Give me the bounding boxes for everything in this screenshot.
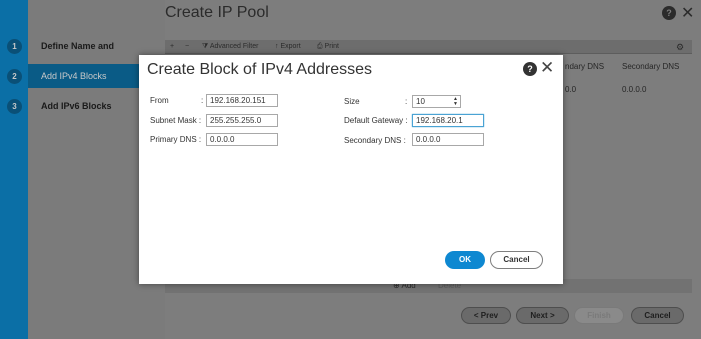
spinner-arrows-icon[interactable]: ▲ ▼ xyxy=(453,97,458,107)
advanced-filter-button[interactable]: ⧩ Advanced Filter xyxy=(202,40,258,54)
ok-button[interactable]: OK xyxy=(445,251,485,269)
close-icon[interactable]: ✕ xyxy=(681,3,694,23)
export-label: Export xyxy=(280,43,301,50)
size-label: Size xyxy=(344,97,360,106)
step-label: Add IPv4 Blocks xyxy=(41,71,107,81)
print-button[interactable]: ⎙ Print xyxy=(317,40,339,54)
close-icon[interactable]: ✕ xyxy=(540,58,554,78)
primary-dns-label: Primary DNS : xyxy=(150,135,202,144)
step-number-1: 1 xyxy=(7,39,22,54)
step-label: Add IPv6 Blocks xyxy=(41,101,112,111)
step-number-2: 2 xyxy=(7,69,22,84)
size-colon: : xyxy=(405,97,408,106)
advanced-filter-label: Advanced Filter xyxy=(209,43,259,50)
finish-button[interactable]: Finish xyxy=(574,307,624,324)
table-cell: 0.0 xyxy=(565,85,577,94)
remove-icon[interactable]: − xyxy=(185,40,189,54)
subnet-mask-input[interactable]: 255.255.255.0 xyxy=(206,114,278,127)
subnet-mask-label: Subnet Mask : xyxy=(150,116,202,125)
table-cell: 0.0.0.0 xyxy=(622,85,647,94)
dialog-title: Create Block of IPv4 Addresses xyxy=(147,61,372,78)
cancel-button[interactable]: Cancel xyxy=(490,251,543,269)
create-ipv4-block-dialog: Create Block of IPv4 Addresses ? ✕ From … xyxy=(139,55,563,284)
from-label: From xyxy=(150,96,169,105)
size-value: 10 xyxy=(416,97,425,106)
table-toolbar: + − ⧩ Advanced Filter ↑ Export ⎙ Print ⚙ xyxy=(165,40,692,54)
default-gateway-input[interactable]: 192.168.20.1 xyxy=(412,114,484,127)
from-colon: : xyxy=(201,96,204,105)
secondary-dns-label: Secondary DNS : xyxy=(344,136,406,145)
step-number-3: 3 xyxy=(7,99,22,114)
wizard-cancel-button[interactable]: Cancel xyxy=(631,307,684,324)
page-title: Create IP Pool xyxy=(165,4,269,21)
primary-dns-input[interactable]: 0.0.0.0 xyxy=(206,133,278,146)
prev-button[interactable]: < Prev xyxy=(461,307,511,324)
column-header-secondary-dns: Secondary DNS xyxy=(622,62,680,71)
export-button[interactable]: ↑ Export xyxy=(275,40,301,54)
gear-icon[interactable]: ⚙ xyxy=(676,40,684,54)
filter-icon: ⧩ xyxy=(202,43,210,50)
help-icon[interactable]: ? xyxy=(662,6,676,20)
add-icon[interactable]: + xyxy=(170,40,174,54)
print-label: Print xyxy=(324,43,339,50)
help-icon[interactable]: ? xyxy=(523,62,537,76)
column-header-secondary-dns-partial: ndary DNS xyxy=(565,62,605,71)
size-stepper[interactable]: 10 ▲ ▼ xyxy=(412,95,461,108)
from-input[interactable]: 192.168.20.151 xyxy=(206,94,278,107)
next-button[interactable]: Next > xyxy=(516,307,569,324)
print-icon: ⎙ xyxy=(317,43,325,50)
secondary-dns-input[interactable]: 0.0.0.0 xyxy=(412,133,484,146)
default-gateway-label: Default Gateway : xyxy=(344,116,408,125)
